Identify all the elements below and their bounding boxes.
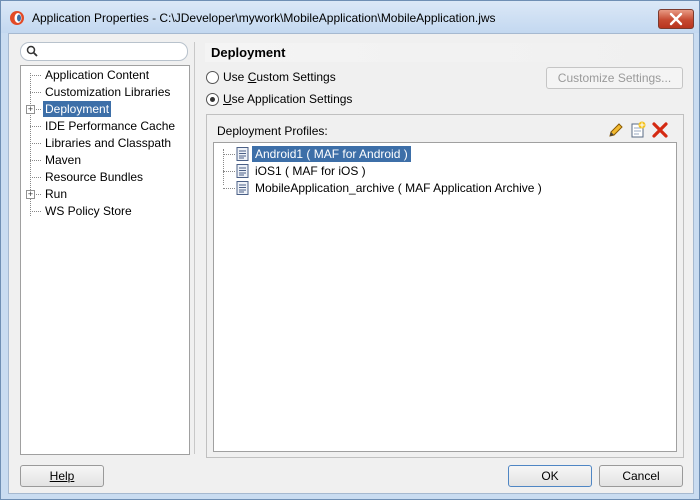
search-input[interactable]	[20, 42, 188, 61]
tree-item-label: Run	[45, 187, 68, 201]
tree-connector	[223, 171, 235, 172]
help-button[interactable]: Help	[20, 465, 104, 487]
radio-button[interactable]	[206, 71, 219, 84]
expand-icon[interactable]: +	[26, 105, 35, 114]
dialog-content: Application Content Customization Librari…	[8, 33, 694, 494]
profile-document-icon	[236, 147, 249, 161]
tree-item-label: IDE Performance Cache	[45, 119, 176, 133]
tree-item-label: Maven	[45, 153, 82, 167]
tree-connector	[30, 160, 41, 161]
tree-item-label: WS Policy Store	[45, 204, 132, 218]
profile-item-label: iOS1 ( MAF for iOS )	[255, 164, 366, 178]
tree-connector	[223, 154, 235, 155]
deployment-profiles-panel: Deployment Profiles: Android1 ( MAF for …	[206, 114, 684, 458]
tree-connector	[30, 177, 41, 178]
cancel-button[interactable]: Cancel	[599, 465, 683, 487]
tree-item-label: Libraries and Classpath	[45, 136, 172, 150]
tree-item-label: Application Content	[45, 68, 150, 82]
tree-connector	[223, 188, 235, 189]
edit-pencil-icon[interactable]	[607, 121, 625, 139]
dialog-window: Application Properties - C:\JDeveloper\m…	[0, 0, 700, 500]
jdeveloper-logo-icon	[10, 11, 24, 25]
profile-item-label: Android1 ( MAF for Android )	[252, 146, 411, 162]
radio-button[interactable]	[206, 93, 219, 106]
customize-settings-button[interactable]: Customize Settings...	[546, 67, 683, 89]
tree-item-label: Customization Libraries	[45, 85, 171, 99]
new-profile-icon[interactable]	[629, 121, 647, 139]
section-title: Deployment	[205, 43, 686, 62]
close-icon	[669, 12, 683, 26]
splitter[interactable]	[194, 42, 195, 454]
ok-button[interactable]: OK	[508, 465, 592, 487]
deployment-profiles-label: Deployment Profiles:	[217, 124, 328, 138]
deployment-profiles-list[interactable]: Android1 ( MAF for Android ) iOS1 ( MAF f…	[213, 142, 677, 452]
help-label: Help	[49, 469, 75, 483]
title-bar[interactable]: Application Properties - C:\JDeveloper\m…	[1, 1, 699, 33]
window-title: Application Properties - C:\JDeveloper\m…	[32, 11, 496, 25]
tree-item-label: Deployment	[43, 101, 112, 117]
tree-item-label: Resource Bundles	[45, 170, 144, 184]
tree-connector	[30, 75, 41, 76]
profile-item-label: MobileApplication_archive ( MAF Applicat…	[255, 181, 542, 195]
tree-connector	[30, 211, 41, 212]
tree-connector	[30, 92, 41, 93]
tree-connector	[30, 143, 41, 144]
close-button[interactable]	[658, 9, 694, 29]
profile-document-icon	[236, 181, 249, 195]
expand-icon[interactable]: +	[26, 190, 35, 199]
profile-document-icon	[236, 164, 249, 178]
category-tree[interactable]: Application Content Customization Librari…	[20, 65, 190, 455]
search-icon	[26, 45, 38, 57]
tree-connector	[30, 126, 41, 127]
radio-label: Use Application Settings	[223, 92, 353, 106]
radio-label: Use Custom Settings	[223, 70, 336, 84]
delete-icon[interactable]	[651, 121, 669, 139]
